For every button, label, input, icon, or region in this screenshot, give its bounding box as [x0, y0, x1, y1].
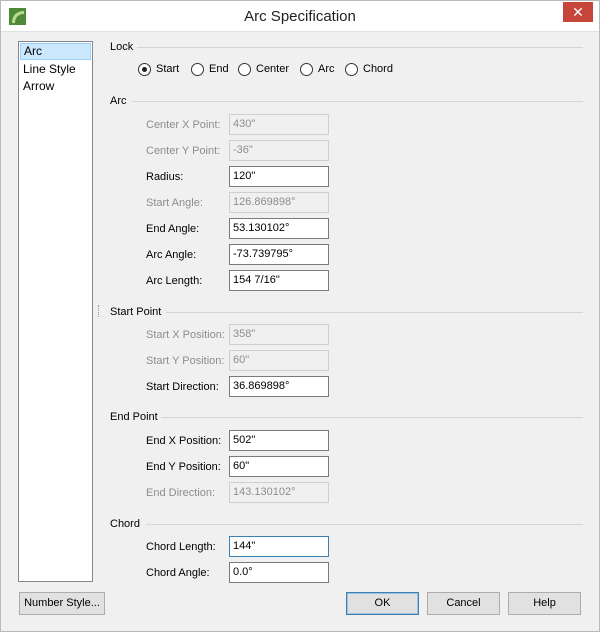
radius-label: Radius: [146, 171, 184, 183]
center-x-field: 430" [229, 114, 329, 135]
end-point-divider [161, 417, 583, 418]
start-x-label: Start X Position: [146, 329, 225, 341]
center-y-label: Center Y Point: [146, 145, 221, 157]
ok-button[interactable]: OK [346, 592, 419, 615]
radio-label: End [209, 63, 229, 75]
arc-angle-label: Arc Angle: [146, 249, 197, 261]
arc-specification-dialog: Arc Specification ✕ Arc Line Style Arrow… [0, 0, 600, 632]
start-y-field: 60" [229, 350, 329, 371]
start-angle-label: Start Angle: [146, 197, 203, 209]
end-angle-field[interactable]: 53.130102° [229, 218, 329, 239]
list-item-arrow[interactable]: Arrow [20, 78, 91, 95]
chord-angle-label: Chord Angle: [146, 567, 210, 579]
title-bar: Arc Specification ✕ [1, 1, 599, 32]
list-item-line-style[interactable]: Line Style [20, 61, 91, 78]
radio-circle [191, 63, 204, 76]
end-direction-label: End Direction: [146, 487, 216, 499]
lock-heading: Lock [110, 41, 134, 53]
radio-selected-dot [142, 67, 147, 72]
radio-label: Arc [318, 63, 335, 75]
start-point-divider [166, 312, 583, 313]
end-x-label: End X Position: [146, 435, 222, 447]
end-y-label: End Y Position: [146, 461, 221, 473]
radio-label: Chord [363, 63, 393, 75]
panel-list[interactable]: Arc Line Style Arrow [18, 41, 93, 582]
radio-circle [300, 63, 313, 76]
radio-circle [138, 63, 151, 76]
number-style-button[interactable]: Number Style... [19, 592, 105, 615]
start-direction-field[interactable]: 36.869898° [229, 376, 329, 397]
start-angle-field: 126.869898° [229, 192, 329, 213]
end-direction-field: 143.130102° [229, 482, 329, 503]
start-point-heading: Start Point [110, 306, 162, 318]
arc-divider [132, 101, 583, 102]
radius-field[interactable]: 120" [229, 166, 329, 187]
end-y-field[interactable]: 60" [229, 456, 329, 477]
close-icon: ✕ [572, 4, 584, 20]
list-item-arc[interactable]: Arc [20, 43, 91, 60]
lock-divider [137, 47, 583, 48]
start-x-field: 358" [229, 324, 329, 345]
chord-length-label: Chord Length: [146, 541, 216, 553]
help-button[interactable]: Help [508, 592, 581, 615]
end-point-heading: End Point [110, 411, 158, 423]
end-x-field[interactable]: 502" [229, 430, 329, 451]
chord-divider [146, 524, 583, 525]
arc-angle-field[interactable]: -73.739795° [229, 244, 329, 265]
center-y-field: -36" [229, 140, 329, 161]
end-angle-label: End Angle: [146, 223, 200, 235]
radio-circle [238, 63, 251, 76]
arc-length-label: Arc Length: [146, 275, 203, 287]
cancel-button[interactable]: Cancel [427, 592, 500, 615]
close-button[interactable]: ✕ [563, 2, 593, 22]
chord-angle-field[interactable]: 0.0° [229, 562, 329, 583]
chord-length-field[interactable]: 144" [229, 536, 329, 557]
divider-dots [98, 305, 99, 317]
radio-label: Start [156, 63, 180, 75]
center-x-label: Center X Point: [146, 119, 221, 131]
arc-heading: Arc [110, 95, 127, 107]
radio-circle [345, 63, 358, 76]
start-y-label: Start Y Position: [146, 355, 225, 367]
chord-heading: Chord [110, 518, 140, 530]
arc-length-field[interactable]: 154 7/16" [229, 270, 329, 291]
window-title: Arc Specification [244, 8, 356, 25]
radio-label: Center [256, 63, 290, 75]
start-direction-label: Start Direction: [146, 381, 219, 393]
